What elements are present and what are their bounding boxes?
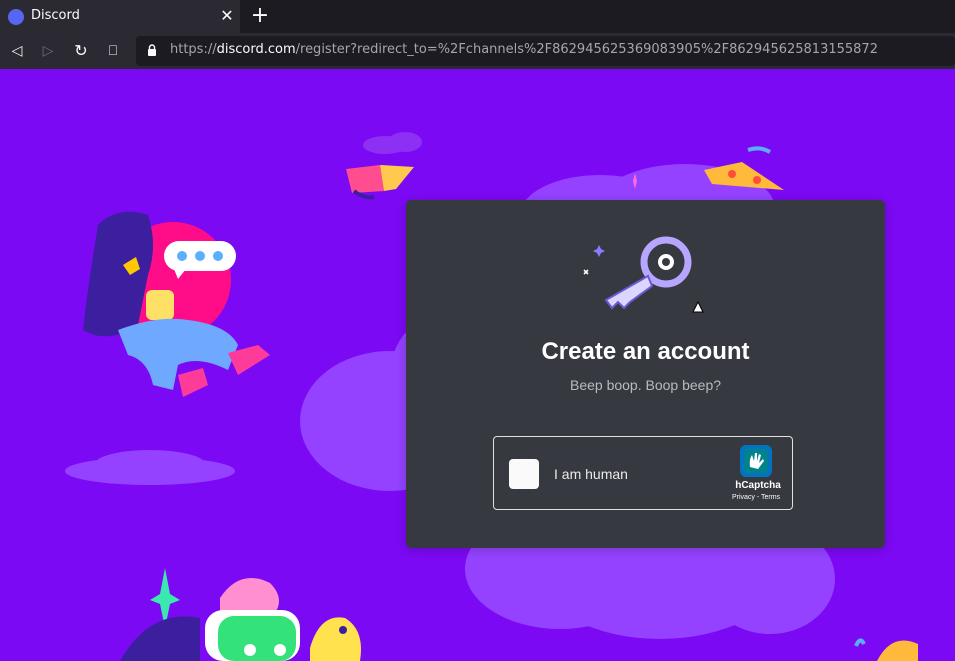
url-prefix: https://	[170, 42, 217, 57]
pizza-illustration	[704, 146, 784, 190]
browser-nav-bar: ◁ ▷ ↻ ⎕ https://discord.com/register?red…	[0, 33, 955, 69]
forward-button[interactable]: ▷	[38, 41, 58, 61]
character-illustration	[83, 211, 270, 397]
reload-button[interactable]: ↻	[71, 41, 91, 61]
bookmark-button[interactable]: ⎕	[103, 41, 123, 61]
lock-icon	[148, 44, 156, 56]
key-illustration	[583, 236, 704, 313]
register-modal: Create an account Beep boop. Boop beep? …	[406, 200, 885, 548]
hcaptcha-links[interactable]: Privacy - Terms	[720, 494, 792, 501]
back-button[interactable]: ◁	[7, 41, 27, 61]
browser-tab-discord[interactable]: Discord ✕	[0, 0, 241, 33]
tab-title: Discord	[31, 8, 80, 23]
book-illustration	[346, 165, 414, 200]
url-host: discord.com	[216, 42, 296, 57]
new-tab-button[interactable]: +	[249, 5, 271, 27]
browser-tab-bar: Discord ✕ +	[0, 0, 955, 33]
url-path: /register?redirect_to=%2Fchannels%2F8629…	[295, 42, 878, 57]
bottom-characters-illustration	[120, 568, 361, 661]
url-text[interactable]: https://discord.com/register?redirect_to…	[170, 42, 878, 57]
captcha-label: I am human	[554, 466, 628, 482]
captcha-checkbox[interactable]	[509, 459, 539, 489]
hcaptcha-logo-icon	[740, 445, 772, 477]
discord-favicon-icon	[8, 9, 24, 25]
bottom-right-decoration	[854, 638, 918, 661]
hcaptcha-widget[interactable]: I am human hCaptcha Privacy - Terms	[493, 436, 793, 510]
close-tab-icon[interactable]: ✕	[217, 6, 237, 26]
sparkle-icon	[633, 173, 637, 189]
hcaptcha-brand: hCaptcha	[735, 480, 781, 491]
modal-subtitle: Beep boop. Boop beep?	[569, 377, 722, 393]
modal-title: Create an account	[541, 338, 750, 365]
